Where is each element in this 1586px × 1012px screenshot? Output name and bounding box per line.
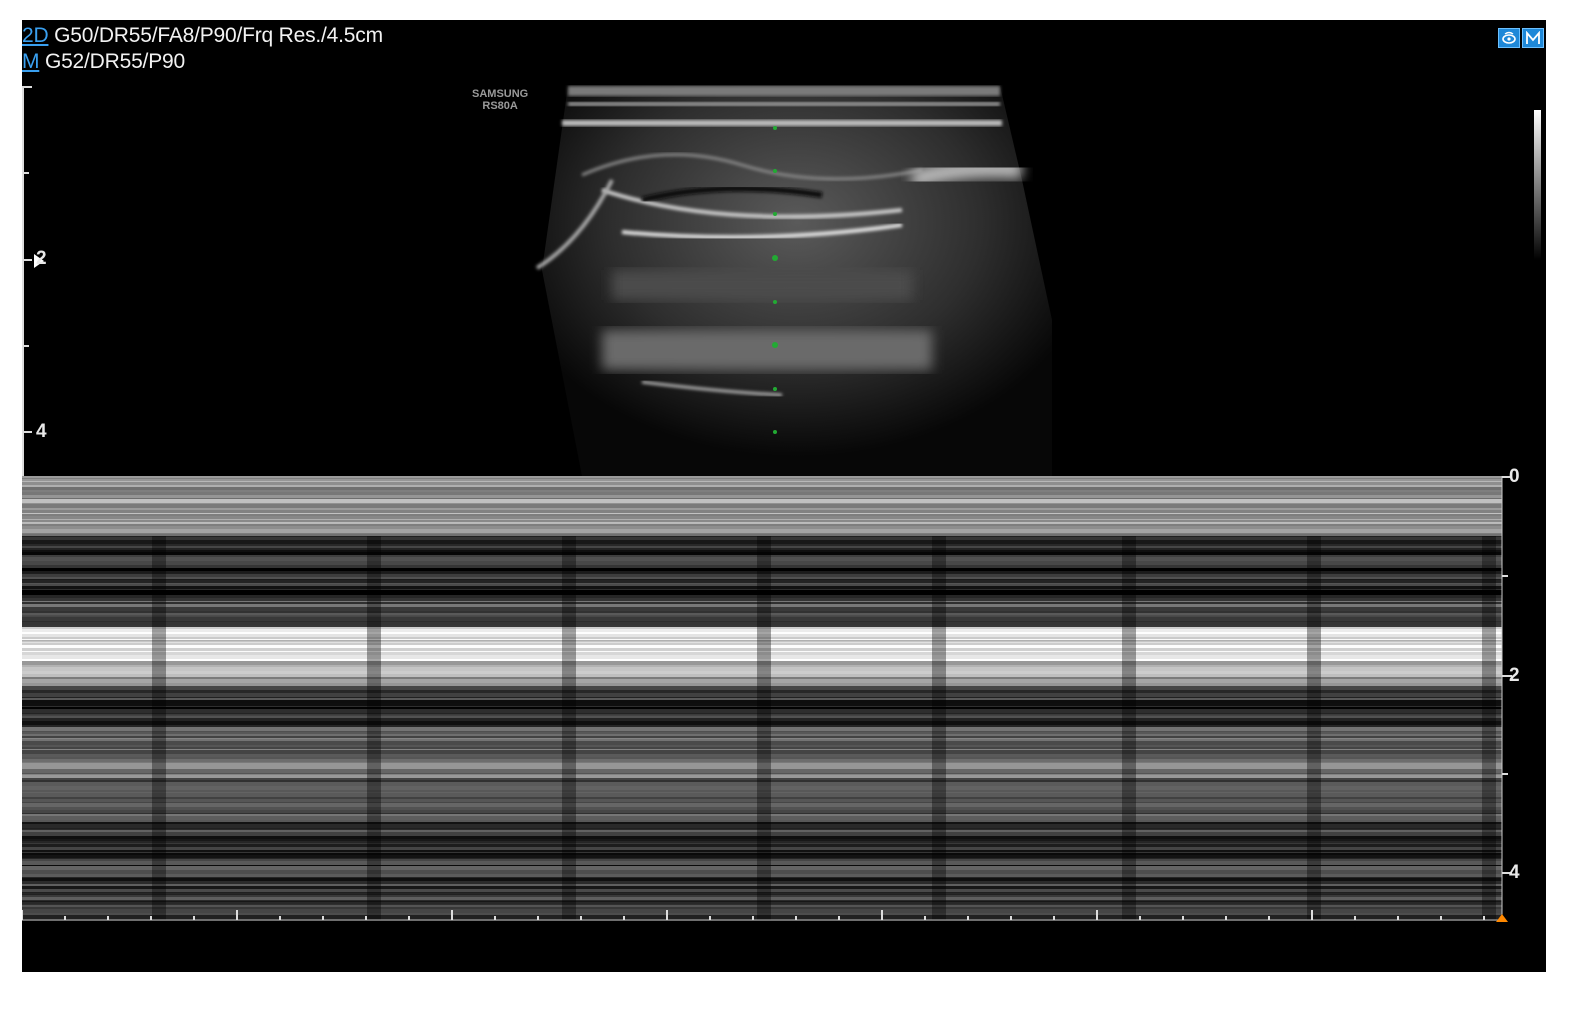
b-mode-image [22, 86, 1052, 476]
m-mode-params: M G52/DR55/P90 [22, 50, 185, 74]
m-depth-label-2: 2 [1509, 665, 1520, 686]
depth-label-4: 4 [36, 421, 47, 442]
m-mode-tab[interactable]: M [22, 50, 40, 73]
brand-logo: SAMSUNG RS80A [472, 88, 528, 112]
b-mode-params: 2D G50/DR55/FA8/P90/Frq Res./4.5cm [22, 24, 383, 48]
m-mode-param-text: G52/DR55/P90 [44, 50, 185, 73]
probe-icon[interactable] [1498, 28, 1520, 48]
brand-line-2: RS80A [482, 100, 518, 112]
m-depth-label-4: 4 [1509, 862, 1520, 883]
m-mode-trace [22, 476, 1512, 922]
b-mode-param-text: G50/DR55/FA8/P90/Frq Res./4.5cm [54, 24, 383, 47]
b-mode-tab[interactable]: 2D [22, 24, 49, 47]
depth-scale-2d [22, 86, 44, 476]
ultrasound-screen: 2D G50/DR55/FA8/P90/Frq Res./4.5cm M G52… [22, 20, 1546, 972]
m-mode-icon[interactable] [1522, 28, 1544, 48]
mode-icons [1498, 28, 1544, 48]
brand-line-1: SAMSUNG [472, 88, 529, 100]
m-depth-label-0: 0 [1509, 466, 1520, 487]
depth-scale-m [1501, 476, 1512, 920]
grayscale-bar [1534, 110, 1541, 260]
depth-label-2: 2 [36, 248, 47, 269]
